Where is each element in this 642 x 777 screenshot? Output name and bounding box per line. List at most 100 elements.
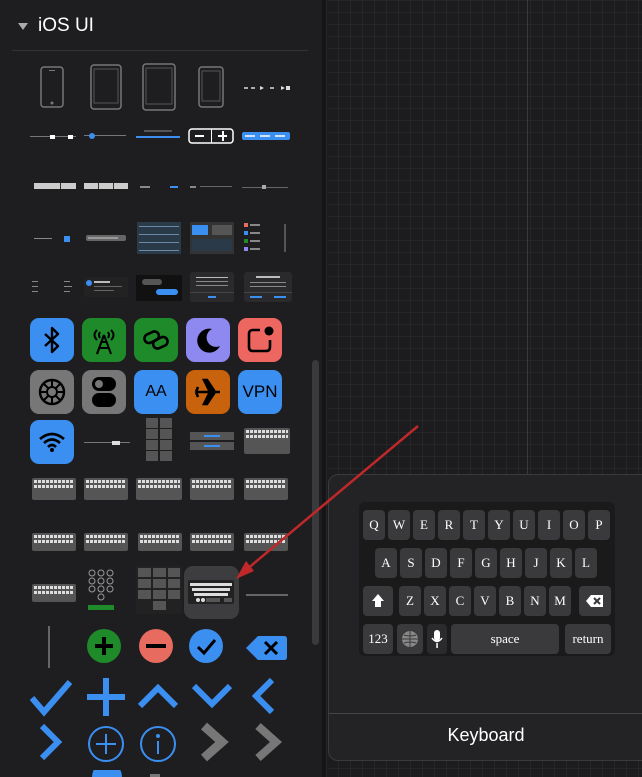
- key-f[interactable]: F: [450, 548, 472, 578]
- microphone-key-icon[interactable]: [427, 624, 447, 654]
- text-field-item[interactable]: [86, 235, 126, 241]
- text-size-item[interactable]: AA: [134, 370, 178, 414]
- key-n[interactable]: N: [524, 586, 546, 616]
- delete-key-item[interactable]: [244, 634, 288, 662]
- globe-key-icon[interactable]: [397, 624, 423, 654]
- key-a[interactable]: A: [375, 548, 397, 578]
- notifications-item[interactable]: [238, 318, 282, 362]
- ipad-frame-item[interactable]: [142, 63, 176, 111]
- airplane-mode-item[interactable]: [186, 370, 230, 414]
- keyboard-variant-3-item[interactable]: [136, 478, 182, 500]
- keyboard-variant-4-item[interactable]: [190, 478, 234, 500]
- progress-slider-item[interactable]: [84, 132, 126, 140]
- section-header[interactable]: iOS UI: [18, 12, 94, 40]
- return-key[interactable]: return: [565, 624, 611, 654]
- keyboard-variant-2-item[interactable]: [84, 478, 128, 500]
- key-b[interactable]: B: [499, 586, 521, 616]
- chevron-down-item[interactable]: [190, 682, 234, 710]
- key-u[interactable]: U: [513, 510, 535, 540]
- wifi-item[interactable]: [30, 420, 74, 464]
- hotspot-item[interactable]: [134, 318, 178, 362]
- vertical-separator-item[interactable]: [48, 626, 51, 668]
- key-e[interactable]: E: [413, 510, 435, 540]
- keyboard-variant-6-item[interactable]: [32, 533, 76, 551]
- slider-item[interactable]: [30, 134, 76, 140]
- keyboard-compact-item[interactable]: [244, 428, 290, 454]
- settings-table-item[interactable]: [190, 222, 234, 254]
- grid-buttons-item[interactable]: [146, 418, 172, 462]
- backspace-key-icon[interactable]: [579, 586, 611, 616]
- key-y[interactable]: Y: [488, 510, 510, 540]
- chevron-right-item[interactable]: [36, 722, 66, 762]
- chevron-right-gray-2-item[interactable]: [250, 722, 284, 762]
- chevron-up-item[interactable]: [136, 682, 180, 710]
- key-v[interactable]: V: [474, 586, 496, 616]
- text-line-item[interactable]: [190, 185, 232, 189]
- volume-slider-item[interactable]: [136, 128, 180, 140]
- add-outline-item[interactable]: [86, 724, 126, 764]
- keyboard-variant-10-item[interactable]: [244, 533, 288, 551]
- key-l[interactable]: L: [575, 548, 597, 578]
- brightness-slider-item[interactable]: [84, 440, 130, 446]
- key-j[interactable]: J: [525, 548, 547, 578]
- separator-line-item[interactable]: [246, 594, 288, 597]
- numeric-keypad-item[interactable]: [136, 566, 182, 614]
- menu-list-item[interactable]: [32, 279, 74, 295]
- phone-keypad-item[interactable]: [88, 568, 114, 612]
- action-sheet-item[interactable]: [190, 432, 234, 450]
- key-x[interactable]: X: [424, 586, 446, 616]
- key-p[interactable]: P: [588, 510, 610, 540]
- mini-slider-item[interactable]: [242, 184, 288, 190]
- key-m[interactable]: M: [549, 586, 571, 616]
- key-d[interactable]: D: [425, 548, 447, 578]
- iphone-frame-item[interactable]: [40, 66, 64, 108]
- media-controls-item[interactable]: [244, 85, 290, 91]
- key-q[interactable]: Q: [363, 510, 385, 540]
- table-view-item[interactable]: [137, 222, 181, 254]
- key-k[interactable]: K: [550, 548, 572, 578]
- add-button-item[interactable]: [86, 628, 122, 664]
- bluetooth-item[interactable]: [30, 318, 74, 362]
- vpn-item[interactable]: VPN: [238, 370, 282, 414]
- keyboard-variant-1-item[interactable]: [32, 478, 76, 500]
- scrollbar[interactable]: [312, 360, 319, 645]
- key-w[interactable]: W: [388, 510, 410, 540]
- checkmark-button-item[interactable]: [188, 628, 224, 664]
- disclosure-triangle-icon[interactable]: [18, 22, 28, 30]
- list-with-icons-item[interactable]: [244, 222, 290, 254]
- remove-button-item[interactable]: [138, 628, 174, 664]
- key-c[interactable]: C: [449, 586, 471, 616]
- action-dialog-item[interactable]: [244, 272, 292, 302]
- keyboard-variant-7-item[interactable]: [84, 533, 128, 551]
- key-s[interactable]: S: [400, 548, 422, 578]
- key-i[interactable]: I: [538, 510, 560, 540]
- segment-bar-item[interactable]: [34, 183, 76, 189]
- chevron-right-gray-item[interactable]: [196, 722, 230, 762]
- do-not-disturb-item[interactable]: [186, 318, 230, 362]
- notification-banner-item[interactable]: [84, 277, 128, 297]
- key-t[interactable]: T: [463, 510, 485, 540]
- segmented-control-item[interactable]: [242, 132, 290, 140]
- keyboard-item-selected[interactable]: [184, 566, 239, 619]
- shift-key-icon[interactable]: [363, 586, 393, 616]
- keyboard-variant-8-item[interactable]: [138, 533, 182, 551]
- space-key[interactable]: space: [451, 624, 559, 654]
- keyboard-variant-11-item[interactable]: [32, 584, 76, 602]
- key-r[interactable]: R: [438, 510, 460, 540]
- label-item[interactable]: [140, 185, 180, 189]
- key-g[interactable]: G: [475, 548, 497, 578]
- segment-bar-3-item[interactable]: [84, 183, 128, 189]
- info-item[interactable]: [138, 724, 178, 764]
- keyboard-variant-9-item[interactable]: [190, 533, 234, 551]
- toggle-item[interactable]: [82, 370, 126, 414]
- settings-item[interactable]: [30, 370, 74, 414]
- checkmark-item[interactable]: [28, 676, 74, 718]
- stepper-item[interactable]: [188, 128, 234, 144]
- chevron-left-item[interactable]: [250, 676, 278, 716]
- search-bar-item[interactable]: [34, 236, 76, 242]
- keyboard-variant-5-item[interactable]: [244, 478, 288, 500]
- chat-bubbles-item[interactable]: [136, 275, 182, 301]
- key-o[interactable]: O: [563, 510, 585, 540]
- key-z[interactable]: Z: [399, 586, 421, 616]
- ipad-mini-frame-item[interactable]: [90, 64, 122, 110]
